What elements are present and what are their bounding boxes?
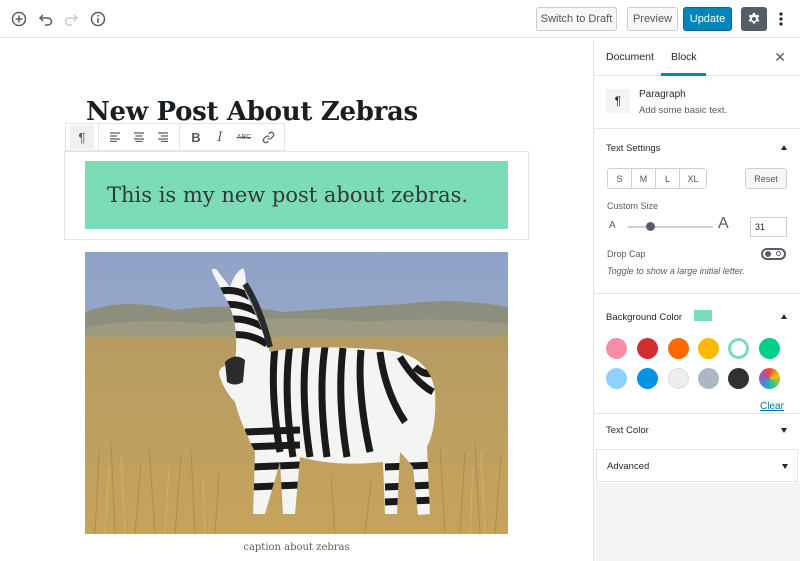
expand-arrow-icon[interactable] [781, 428, 787, 433]
color-swatch-vivid-green[interactable] [759, 338, 780, 359]
drop-cap-toggle[interactable] [761, 248, 786, 260]
advanced-title: Advanced [607, 461, 650, 472]
section-divider [594, 413, 800, 414]
collapse-arrow-icon[interactable] [781, 314, 787, 319]
background-color-indicator [694, 310, 712, 321]
gear-icon [748, 12, 760, 24]
slider-small-a: A [609, 220, 616, 231]
block-toolbar: ¶ B I ABC [65, 123, 285, 151]
block-card: ¶ Paragraph Add some basic text. [594, 76, 800, 129]
settings-button[interactable] [741, 7, 767, 31]
strikethrough-button[interactable]: ABC [232, 125, 256, 149]
align-right-icon[interactable] [151, 125, 175, 149]
more-options-icon[interactable] [771, 9, 791, 29]
settings-sidebar: Document Block ✕ ¶ Paragraph Add some ba… [593, 39, 800, 561]
toggle-off-icon [776, 251, 781, 256]
slider-large-a: A [718, 215, 729, 232]
custom-size-label: Custom Size [607, 201, 659, 211]
italic-button[interactable]: I [208, 125, 232, 149]
color-swatch-vivid-red[interactable] [637, 338, 658, 359]
size-medium-button[interactable]: M [632, 169, 656, 188]
paragraph-block[interactable]: This is my new post about zebras. [85, 161, 508, 229]
custom-color-picker-icon[interactable] [759, 368, 780, 389]
close-icon[interactable]: ✕ [774, 49, 786, 66]
undo-icon[interactable] [36, 9, 56, 29]
color-swatch-cyan-gray[interactable] [698, 368, 719, 389]
switch-to-draft-button[interactable]: Switch to Draft [536, 7, 617, 31]
collapse-arrow-icon[interactable] [781, 145, 787, 150]
zebra-image[interactable] [85, 252, 508, 534]
align-center-icon[interactable] [127, 125, 151, 149]
custom-size-input[interactable]: 31 [750, 217, 787, 237]
redo-icon[interactable] [61, 9, 81, 29]
expand-arrow-icon[interactable] [782, 464, 788, 469]
image-caption[interactable]: caption about zebras [85, 542, 508, 553]
paragraph-text[interactable]: This is my new post about zebras. [107, 183, 468, 207]
paragraph-icon: ¶ [606, 89, 630, 113]
color-swatch-light-green-selected[interactable] [728, 338, 749, 359]
color-swatch-orange[interactable] [668, 338, 689, 359]
advanced-panel[interactable]: Advanced [596, 449, 798, 482]
drop-cap-label: Drop Cap [607, 249, 646, 259]
tab-block[interactable]: Block [671, 51, 697, 63]
link-icon[interactable] [256, 125, 280, 149]
update-button[interactable]: Update [683, 7, 732, 31]
background-color-title[interactable]: Background Color [606, 312, 682, 323]
add-block-icon[interactable] [9, 9, 29, 29]
align-left-icon[interactable] [103, 125, 127, 149]
color-swatch-amber[interactable] [698, 338, 719, 359]
info-icon[interactable] [88, 9, 108, 29]
color-swatch-pale-cyan[interactable] [606, 368, 627, 389]
clear-color-link[interactable]: Clear [760, 401, 784, 412]
tab-document[interactable]: Document [606, 51, 654, 63]
sidebar-tabs: Document Block ✕ [594, 39, 800, 76]
top-toolbar: Switch to Draft Preview Update [0, 0, 800, 38]
font-size-slider[interactable] [628, 226, 713, 228]
bold-button[interactable]: B [184, 125, 208, 149]
color-swatch-pale-pink[interactable] [606, 338, 627, 359]
reset-button[interactable]: Reset [745, 168, 787, 189]
color-swatch-vivid-blue[interactable] [637, 368, 658, 389]
size-xl-button[interactable]: XL [680, 169, 706, 188]
toggle-knob [765, 251, 771, 257]
section-divider [594, 293, 800, 294]
sidebar-empty-area [594, 483, 800, 561]
paragraph-switcher-icon[interactable]: ¶ [70, 125, 94, 149]
block-card-title: Paragraph [639, 89, 686, 100]
drop-cap-help: Toggle to show a large initial letter. [607, 266, 745, 276]
editor-canvas: New Post About Zebras ¶ B I ABC This is … [0, 39, 593, 561]
size-large-button[interactable]: L [656, 169, 680, 188]
preview-button[interactable]: Preview [627, 7, 678, 31]
text-color-title[interactable]: Text Color [606, 425, 649, 436]
slider-handle[interactable] [646, 222, 655, 231]
text-settings-title[interactable]: Text Settings [606, 143, 660, 154]
color-swatch-very-dark-gray[interactable] [728, 368, 749, 389]
font-size-picker: S M L XL [607, 168, 707, 189]
color-swatch-very-light-gray[interactable] [668, 368, 689, 389]
block-card-description: Add some basic text. [639, 105, 728, 116]
size-small-button[interactable]: S [608, 169, 632, 188]
